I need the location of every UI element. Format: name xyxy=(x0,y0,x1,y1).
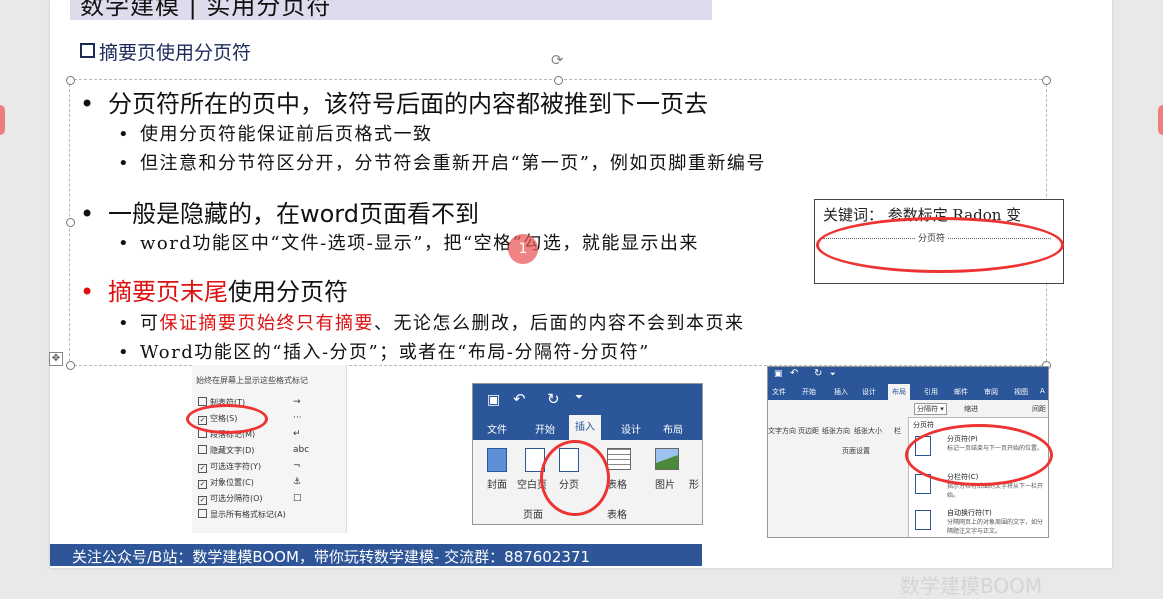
bullet-dot-icon: • xyxy=(80,278,95,306)
table-icon[interactable] xyxy=(607,448,631,470)
bullet-dot-icon: • xyxy=(80,200,95,228)
save-icon[interactable]: ▣ xyxy=(774,369,783,379)
bullet-dot-icon: • xyxy=(118,153,131,174)
section-heading: 摘要页使用分页符 xyxy=(80,38,251,65)
customize-icon[interactable]: ⏷ xyxy=(575,392,583,403)
text-direction-button[interactable]: 文字方向 xyxy=(768,426,796,436)
checkbox-icon[interactable] xyxy=(198,445,207,454)
highlight-ellipse-pagebreak xyxy=(816,217,1064,273)
tab-layout[interactable]: 布局 xyxy=(663,421,683,436)
tab-design[interactable]: 设计 xyxy=(621,421,641,436)
bullet-3: • 摘要页末尾使用分页符 xyxy=(80,278,348,306)
rotate-handle-icon[interactable]: ⟳ xyxy=(551,51,564,69)
option-row[interactable]: 隐藏文字(D) abc xyxy=(198,445,338,457)
bullet-dot-icon: • xyxy=(118,313,131,334)
highlight-ellipse-page-break xyxy=(540,440,610,516)
left-edge-marker xyxy=(0,105,5,135)
tab-file[interactable]: 文件 xyxy=(487,421,507,436)
tab-mailings[interactable]: 邮件 xyxy=(954,387,968,397)
bullet-2: • 一般是隐藏的，在word页面看不到 xyxy=(80,200,479,228)
shapes-button[interactable]: 形 xyxy=(689,476,699,491)
size-button[interactable]: 纸张大小 xyxy=(854,426,882,436)
orientation-button[interactable]: 纸张方向 xyxy=(822,426,850,436)
resize-handle-bl[interactable] xyxy=(66,361,75,370)
picture-button[interactable]: 图片 xyxy=(655,476,675,491)
columns-button[interactable]: 栏 xyxy=(894,426,901,436)
title-bar: 数学建模 | 实用分页符 xyxy=(70,0,712,20)
move-handle-icon[interactable]: ✥ xyxy=(49,352,63,366)
cover-page-button[interactable]: 封面 xyxy=(487,476,507,491)
checkbox-icon[interactable]: ✓ xyxy=(198,496,207,505)
breaks-dropdown[interactable]: 分隔符 ▾ xyxy=(914,403,947,415)
checkbox-icon[interactable]: ✓ xyxy=(198,464,207,473)
tab-home[interactable]: 开始 xyxy=(535,421,555,436)
picture-icon[interactable] xyxy=(655,448,679,470)
menu-item-text-wrapping-break[interactable]: 自动换行符(T) 分隔网页上的对象周围的文字，如分隔题注文字与正文。 xyxy=(911,506,1047,537)
resize-handle-tl[interactable] xyxy=(66,76,75,85)
undo-icon[interactable]: ↶ xyxy=(513,390,526,408)
option-row[interactable]: ✓ 对象位置(C) ⚓ xyxy=(198,477,338,489)
tab-review[interactable]: 审阅 xyxy=(984,387,998,397)
checkbox-icon[interactable] xyxy=(198,397,207,406)
cover-page-icon[interactable] xyxy=(487,448,507,472)
tab-home[interactable]: 开始 xyxy=(802,387,816,397)
bullet-2-sub-1: • word功能区中“文件-选项-显示”，把“空格”勾选，就能显示出来 xyxy=(118,233,699,254)
bullet-1: • 分页符所在的页中，该符号后面的内容都被推到下一页去 xyxy=(80,90,708,118)
quick-access-bar: ▣ ↶ ↻ ⏷ xyxy=(768,367,1048,384)
tab-insert[interactable]: 插入 xyxy=(569,415,601,440)
quick-access-bar: ▣ ↶ ↻ ⏷ xyxy=(473,384,702,415)
bullet-1-sub-2: • 但注意和分节符区分开，分节符会重新开启“第一页”，例如页脚重新编号 xyxy=(118,153,766,174)
tab-view[interactable]: 视图 xyxy=(1014,387,1028,397)
options-panel: 始终在屏幕上显示这些格式标记 制表符(T) → ✓ 空格(S) ··· 段落标记(M)… xyxy=(192,365,347,533)
option-row[interactable]: ✓ 可选分隔符(O) □ xyxy=(198,493,338,505)
bullet-1-sub-1: • 使用分页符能保证前后页格式一致 xyxy=(118,124,433,145)
tab-file[interactable]: 文件 xyxy=(772,387,786,397)
margins-button[interactable]: 页边距 xyxy=(798,426,819,436)
highlight-ellipse-space-option xyxy=(186,404,268,434)
checkbox-bullet-icon xyxy=(80,43,95,58)
bullet-dot-icon: • xyxy=(80,90,95,118)
table-button[interactable]: 表格 xyxy=(607,476,627,491)
tab-references[interactable]: 引用 xyxy=(924,387,938,397)
footer-bar: 关注公众号/B站：数学建模BOOM，带你玩转数学建模- 交流群：88760237… xyxy=(50,544,702,566)
pages-group-label: 页面 xyxy=(523,510,543,521)
resize-handle-ml[interactable] xyxy=(66,218,75,227)
text-wrap-icon xyxy=(915,510,931,530)
ribbon-tabs: 文件 开始 插入 设计 布局 引用 邮件 审阅 视图 A xyxy=(768,384,1048,400)
option-row[interactable]: ✓ 可选连字符(Y) ¬ xyxy=(198,461,338,473)
slide-title: 数学建模 | 实用分页符 xyxy=(80,0,332,20)
tab-layout[interactable]: 布局 xyxy=(888,384,910,400)
highlight-ellipse-page-break-menu xyxy=(905,424,1053,486)
tab-design[interactable]: 设计 xyxy=(862,387,876,397)
option-row[interactable]: 显示所有格式标记(A) xyxy=(198,509,338,521)
mouse-cursor-indicator: 1 xyxy=(508,234,538,264)
checkbox-icon[interactable]: ✓ xyxy=(198,480,207,489)
tab-insert[interactable]: 插入 xyxy=(834,387,848,397)
bullet-3-sub-1: • 可保证摘要页始终只有摘要、无论怎么删改，后面的内容不会到本页来 xyxy=(118,313,745,334)
bullet-dot-icon: • xyxy=(118,342,131,363)
tab-more[interactable]: A xyxy=(1040,387,1045,395)
watermark: 数学建模BOOM xyxy=(900,574,1043,598)
bullet-3-sub-2: • Word功能区的“插入-分页”；或者在“布局-分隔符-分页符” xyxy=(118,342,650,363)
resize-handle-tr[interactable] xyxy=(1042,76,1051,85)
redo-icon[interactable]: ↻ xyxy=(547,390,560,408)
redo-icon[interactable]: ↻ xyxy=(814,368,822,379)
spacing-label: 间距 xyxy=(1032,405,1046,413)
customize-icon[interactable]: ⏷ xyxy=(830,370,836,379)
indent-label: 缩进 xyxy=(964,405,978,413)
menu-section-header: 分页符 xyxy=(913,421,934,429)
options-heading: 始终在屏幕上显示这些格式标记 xyxy=(196,376,308,385)
checkbox-icon[interactable] xyxy=(198,509,207,518)
right-edge-marker xyxy=(1158,105,1163,135)
bullet-dot-icon: • xyxy=(118,233,131,254)
footer-text: 关注公众号/B站：数学建模BOOM，带你玩转数学建模- 交流群：88760237… xyxy=(72,548,591,566)
section-heading-text: 摘要页使用分页符 xyxy=(99,42,252,64)
page-setup-group-label: 页面设置 xyxy=(842,447,870,455)
tables-group-label: 表格 xyxy=(607,510,627,521)
bullet-dot-icon: • xyxy=(118,124,131,145)
save-icon[interactable]: ▣ xyxy=(487,392,500,408)
ribbon-tabs: 文件 开始 插入 设计 布局 xyxy=(473,415,702,440)
undo-icon[interactable]: ↶ xyxy=(790,368,798,379)
